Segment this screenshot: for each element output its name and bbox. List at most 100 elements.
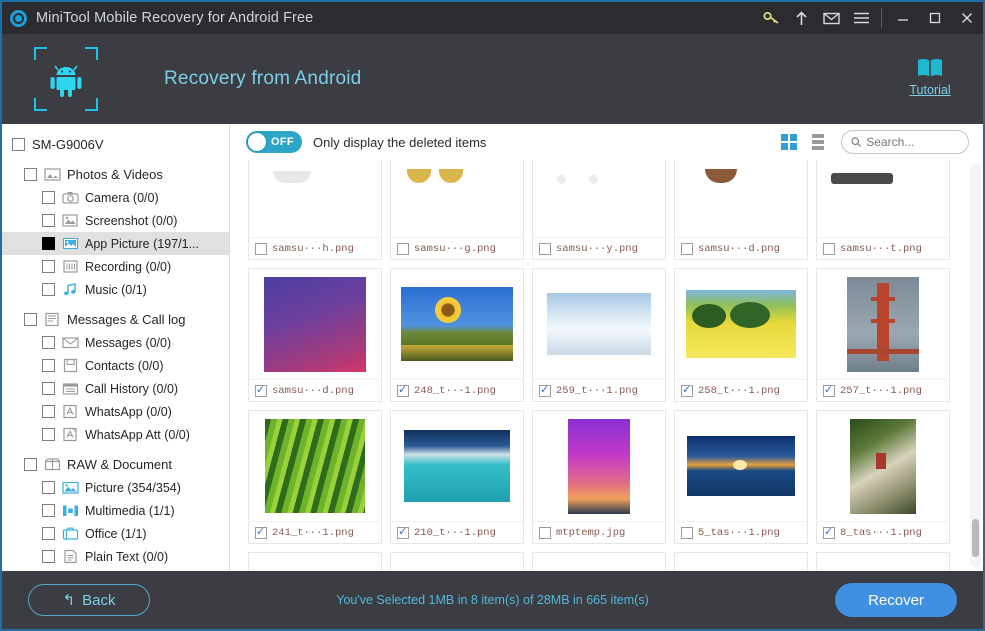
item-checkbox[interactable] <box>42 550 55 563</box>
thumbnail-image[interactable] <box>533 553 665 571</box>
close-button[interactable] <box>951 2 983 34</box>
sidebar-item-whatsapp[interactable]: WhatsApp Att (0/0) <box>2 423 229 446</box>
sidebar-item-picture[interactable]: Picture (354/354) <box>2 476 229 499</box>
sidebar-item-music[interactable]: Music (0/1) <box>2 278 229 301</box>
item-checkbox[interactable] <box>42 336 55 349</box>
thumbnail-image[interactable] <box>249 553 381 571</box>
sidebar-item-screenshot[interactable]: Screenshot (0/0) <box>2 209 229 232</box>
file-checkbox[interactable] <box>255 242 267 255</box>
thumbnail-image[interactable] <box>817 411 949 521</box>
thumbnail-image[interactable] <box>675 411 807 521</box>
deleted-items-toggle[interactable]: OFF <box>246 131 302 153</box>
thumbnail-image[interactable] <box>391 160 523 237</box>
file-checkbox[interactable] <box>823 525 835 539</box>
thumbnail-cell[interactable]: 210_t···1.png <box>390 410 524 544</box>
thumbnail-cell[interactable]: samsu···h.png <box>248 160 382 260</box>
item-checkbox[interactable] <box>24 458 37 471</box>
thumbnail-cell[interactable] <box>390 552 524 571</box>
item-checkbox[interactable] <box>42 359 55 372</box>
thumbnail-image[interactable] <box>533 411 665 521</box>
file-checkbox[interactable] <box>539 526 551 539</box>
file-checkbox[interactable] <box>681 242 693 255</box>
thumbnail-cell[interactable] <box>674 552 808 571</box>
file-checkbox[interactable] <box>823 383 835 397</box>
thumbnail-image[interactable] <box>249 160 381 237</box>
sidebar-item-messages[interactable]: Messages (0/0) <box>2 331 229 354</box>
sidebar-item-multimedia[interactable]: Multimedia (1/1) <box>2 499 229 522</box>
tutorial-link[interactable]: Tutorial <box>899 56 961 97</box>
file-checkbox[interactable] <box>681 526 693 539</box>
file-checkbox[interactable] <box>681 383 693 397</box>
item-checkbox[interactable] <box>42 382 55 395</box>
grid-scrollbar[interactable] <box>970 164 981 567</box>
thumbnail-image[interactable] <box>817 553 949 571</box>
thumbnail-cell[interactable]: 8_tas···1.png <box>816 410 950 544</box>
list-view-icon[interactable] <box>806 130 830 154</box>
thumbnail-image[interactable] <box>249 269 381 379</box>
minimize-button[interactable] <box>887 2 919 34</box>
file-checkbox[interactable] <box>397 383 409 397</box>
file-checkbox[interactable] <box>397 242 409 255</box>
item-checkbox[interactable] <box>42 214 55 227</box>
thumbnail-cell[interactable] <box>248 552 382 571</box>
thumbnail-cell[interactable] <box>532 552 666 571</box>
thumbnail-cell[interactable]: 259_t···1.png <box>532 268 666 402</box>
item-checkbox[interactable] <box>42 191 55 204</box>
sidebar-item-call[interactable]: Call History (0/0) <box>2 377 229 400</box>
back-button[interactable]: ↰ Back <box>28 584 150 616</box>
recover-button[interactable]: Recover <box>835 583 957 617</box>
menu-icon[interactable] <box>846 2 876 34</box>
thumbnail-cell[interactable]: samsu···d.png <box>248 268 382 402</box>
thumbnail-image[interactable] <box>675 160 807 237</box>
thumbnail-cell[interactable]: samsu···d.png <box>674 160 808 260</box>
sidebar-item-photos[interactable]: Photos & Videos <box>2 163 229 186</box>
item-checkbox[interactable] <box>42 428 55 441</box>
thumbnail-cell[interactable]: samsu···t.png <box>816 160 950 260</box>
thumbnail-image[interactable] <box>249 411 381 521</box>
file-checkbox[interactable] <box>255 525 267 539</box>
thumbnail-cell[interactable]: mtptemp.jpg <box>532 410 666 544</box>
thumbnail-cell[interactable]: 258_t···1.png <box>674 268 808 402</box>
thumbnail-cell[interactable]: 257_t···1.png <box>816 268 950 402</box>
file-checkbox[interactable] <box>539 242 551 255</box>
sidebar-item-messages[interactable]: Messages & Call log <box>2 308 229 331</box>
thumbnail-cell[interactable]: samsu···y.png <box>532 160 666 260</box>
thumbnail-cell[interactable] <box>816 552 950 571</box>
mail-icon[interactable] <box>816 2 846 34</box>
item-checkbox[interactable] <box>42 283 55 296</box>
item-checkbox[interactable] <box>42 504 55 517</box>
sidebar-item-app[interactable]: App Picture (197/1... <box>2 232 229 255</box>
item-checkbox[interactable] <box>42 527 55 540</box>
upgrade-arrow-icon[interactable] <box>786 2 816 34</box>
thumbnail-image[interactable] <box>533 160 665 237</box>
item-checkbox[interactable] <box>24 313 37 326</box>
item-checkbox[interactable] <box>42 405 55 418</box>
item-checkbox[interactable] <box>42 237 55 250</box>
sidebar-item-plain[interactable]: Plain Text (0/0) <box>2 545 229 568</box>
item-checkbox[interactable] <box>42 481 55 494</box>
key-icon[interactable] <box>756 2 786 34</box>
thumbnail-cell[interactable]: samsu···g.png <box>390 160 524 260</box>
item-checkbox[interactable] <box>42 260 55 273</box>
search-input[interactable] <box>866 135 959 149</box>
thumbnail-cell[interactable]: 5_tas···1.png <box>674 410 808 544</box>
thumbnail-image[interactable] <box>391 411 523 521</box>
thumbnail-image[interactable] <box>391 269 523 379</box>
sidebar-item-whatsapp[interactable]: WhatsApp (0/0) <box>2 400 229 423</box>
device-checkbox[interactable] <box>12 138 25 151</box>
thumbnail-cell[interactable]: 241_t···1.png <box>248 410 382 544</box>
sidebar-item-contacts[interactable]: Contacts (0/0) <box>2 354 229 377</box>
search-box[interactable] <box>841 130 969 154</box>
thumbnail-image[interactable] <box>391 553 523 571</box>
thumbnail-image[interactable] <box>533 269 665 379</box>
file-checkbox[interactable] <box>255 383 267 397</box>
thumbnail-image[interactable] <box>675 553 807 571</box>
grid-scrollbar-thumb[interactable] <box>972 519 979 557</box>
sidebar-item-camera[interactable]: Camera (0/0) <box>2 186 229 209</box>
file-checkbox[interactable] <box>823 242 835 255</box>
sidebar-item-office[interactable]: Office (1/1) <box>2 522 229 545</box>
file-checkbox[interactable] <box>539 383 551 397</box>
maximize-button[interactable] <box>919 2 951 34</box>
thumbnail-image[interactable] <box>675 269 807 379</box>
grid-view-icon[interactable] <box>777 130 801 154</box>
